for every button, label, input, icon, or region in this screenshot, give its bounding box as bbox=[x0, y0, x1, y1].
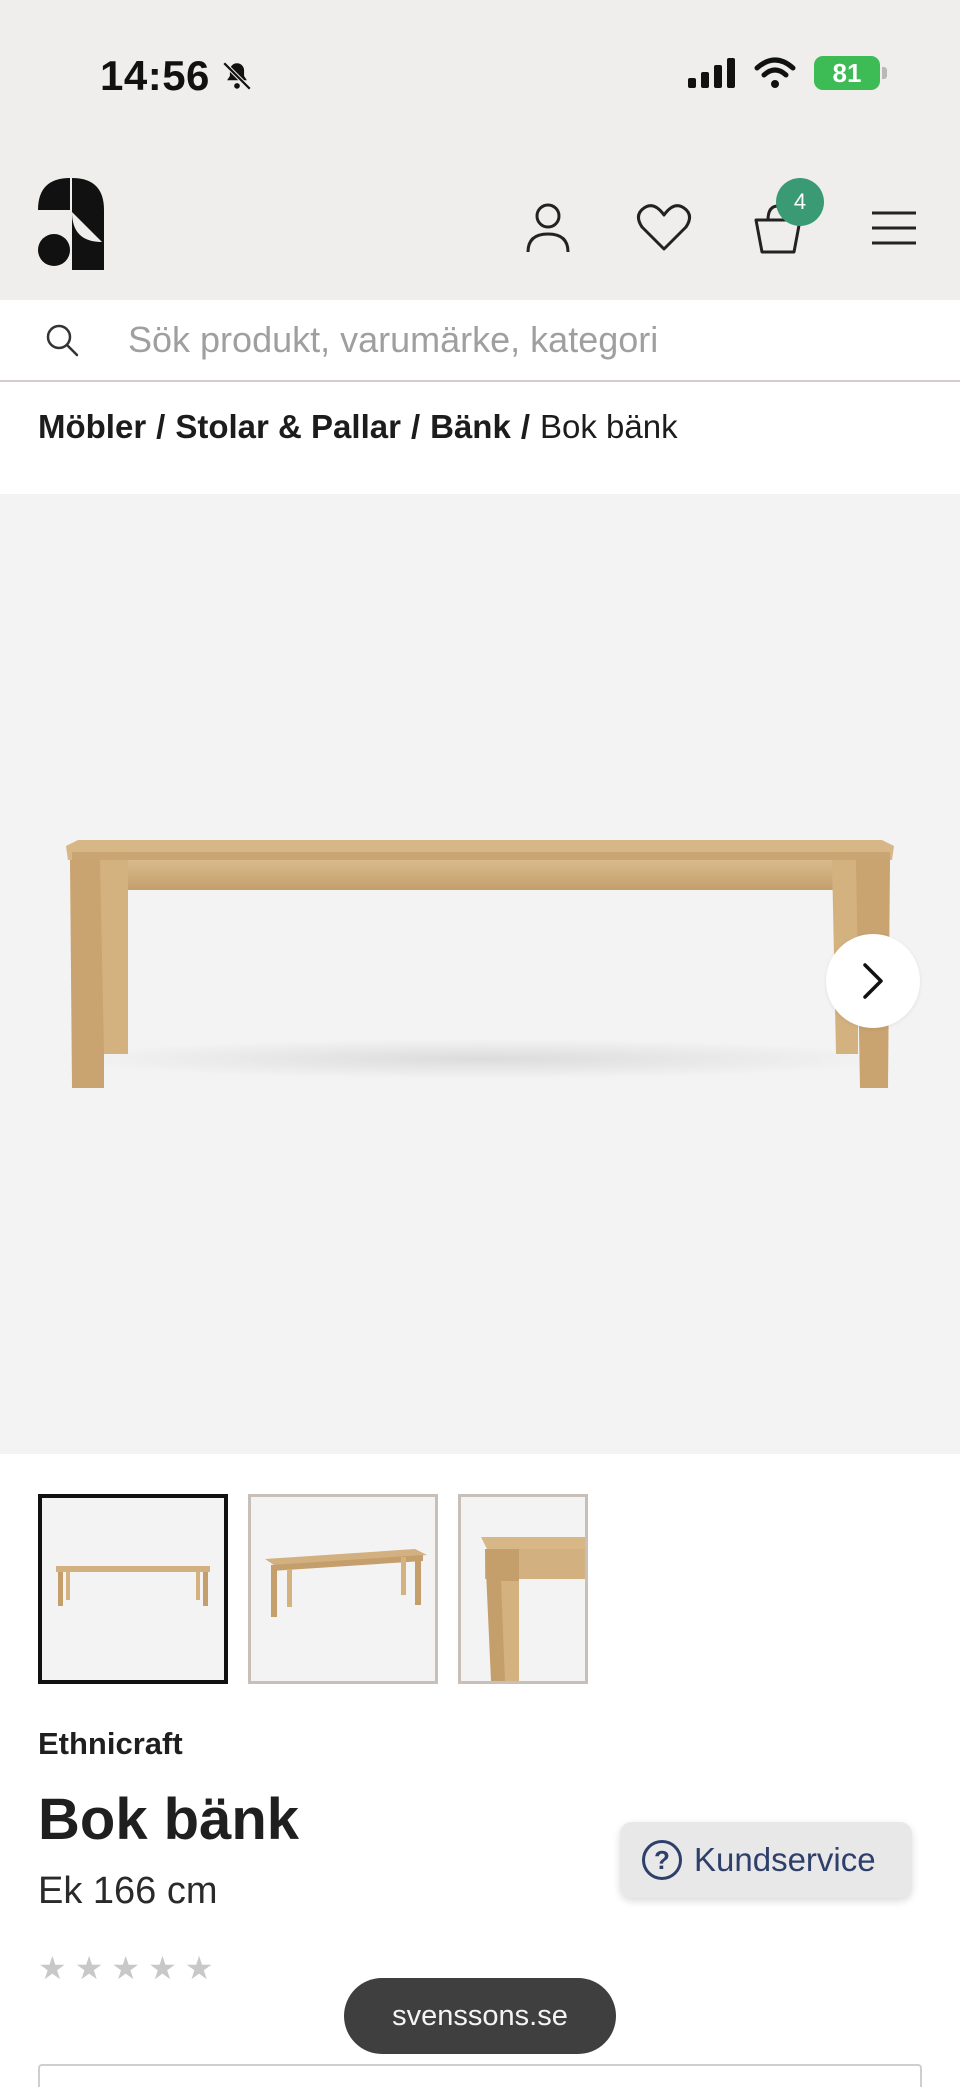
breadcrumb: Möbler / Stolar & Pallar / Bänk / Bok bä… bbox=[38, 408, 678, 446]
star-icon: ★ bbox=[111, 1950, 141, 1986]
status-bar: 14:56 81 bbox=[0, 0, 960, 160]
star-icon: ★ bbox=[74, 1950, 104, 1986]
star-icon: ★ bbox=[38, 1950, 67, 1986]
browser-domain-pill[interactable]: svenssons.se bbox=[344, 1978, 616, 2054]
breadcrumb-separator: / bbox=[520, 408, 530, 445]
thumbnail-1[interactable] bbox=[38, 1494, 228, 1684]
breadcrumb-item-mobler[interactable]: Möbler bbox=[38, 408, 146, 446]
product-brand[interactable]: Ethnicraft bbox=[38, 1726, 183, 1762]
status-time: 14:56 bbox=[100, 52, 254, 100]
wishlist-button[interactable] bbox=[634, 198, 694, 258]
clock: 14:56 bbox=[100, 52, 210, 99]
bench-detail-thumbnail bbox=[481, 1537, 585, 1681]
account-button[interactable] bbox=[518, 198, 578, 258]
purchase-options-box bbox=[38, 2064, 922, 2087]
rating-stars[interactable]: ★ ★ ★ ★ ★ bbox=[38, 1952, 213, 1984]
star-icon: ★ bbox=[148, 1950, 177, 1986]
thumbnail-strip bbox=[38, 1494, 588, 1684]
svenssons-logo-icon[interactable] bbox=[36, 176, 106, 272]
search-input[interactable] bbox=[128, 319, 928, 361]
breadcrumb-item-bank[interactable]: Bänk bbox=[430, 408, 511, 446]
thumbnail-3[interactable] bbox=[458, 1494, 588, 1684]
breadcrumb-separator: / bbox=[156, 408, 166, 445]
chevron-right-icon bbox=[863, 963, 883, 999]
product-variant: Ek 166 cm bbox=[38, 1870, 218, 1912]
search-bar bbox=[0, 300, 960, 382]
cart-count-badge: 4 bbox=[776, 178, 824, 226]
breadcrumb-current: Bok bänk bbox=[539, 408, 678, 445]
customer-service-button[interactable]: ? Kundservice bbox=[620, 1822, 912, 1898]
battery-indicator: 81 bbox=[814, 56, 887, 90]
site-header bbox=[0, 160, 960, 300]
breadcrumb-item-stolar-pallar[interactable]: Stolar & Pallar bbox=[175, 408, 401, 446]
user-icon bbox=[526, 203, 570, 253]
thumbnail-2[interactable] bbox=[248, 1494, 438, 1684]
hamburger-menu-icon bbox=[872, 211, 916, 245]
bell-muted-icon bbox=[222, 61, 252, 91]
next-image-button[interactable] bbox=[826, 934, 920, 1028]
heart-icon bbox=[637, 204, 691, 251]
help-icon: ? bbox=[642, 1840, 682, 1880]
menu-button[interactable] bbox=[864, 198, 924, 258]
wifi-icon bbox=[754, 57, 796, 88]
status-indicators: 81 bbox=[688, 56, 887, 90]
search-icon[interactable] bbox=[44, 322, 80, 358]
customer-service-label: Kundservice bbox=[694, 1841, 876, 1878]
product-title: Bok bänk bbox=[38, 1787, 300, 1852]
signal-icon bbox=[688, 58, 735, 88]
bench-image bbox=[60, 840, 900, 1088]
breadcrumb-separator: / bbox=[410, 408, 421, 445]
bench-front-thumbnail bbox=[56, 1566, 210, 1606]
battery-level: 81 bbox=[832, 57, 862, 88]
star-icon: ★ bbox=[184, 1950, 214, 1986]
bench-angle-thumbnail bbox=[265, 1549, 427, 1617]
product-image-main[interactable] bbox=[0, 494, 960, 1454]
